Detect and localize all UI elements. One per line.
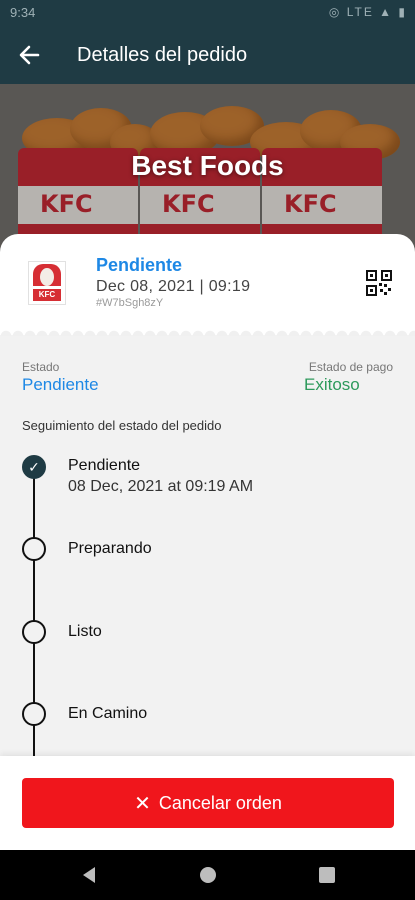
restaurant-logo: KFC bbox=[28, 261, 66, 305]
step-time-pendiente: 08 Dec, 2021 at 09:19 AM bbox=[68, 478, 254, 495]
state-label: Estado bbox=[22, 360, 60, 374]
order-code: #W7bSgh8zY bbox=[96, 297, 164, 309]
order-status: Pendiente bbox=[96, 255, 183, 275]
restaurant-name: Best Foods bbox=[131, 150, 284, 181]
status-time: 9:34 bbox=[10, 5, 36, 20]
payment-state-value: Exitoso bbox=[304, 375, 360, 394]
restaurant-banner-image: KFC KFC KFC Best Foods bbox=[0, 84, 415, 254]
cancel-order-button[interactable]: ✕ Cancelar orden bbox=[22, 778, 394, 828]
step-label-preparando: Preparando bbox=[68, 540, 152, 557]
logo-text: KFC bbox=[33, 289, 61, 301]
step-circle-icon bbox=[22, 537, 46, 561]
nav-home-icon[interactable] bbox=[198, 865, 218, 890]
footer-actions: ✕ Cancelar orden bbox=[0, 756, 415, 850]
tracking-title: Seguimiento del estado del pedido bbox=[22, 418, 222, 433]
nav-recents-icon[interactable] bbox=[318, 865, 336, 890]
page-title: Detalles del pedido bbox=[77, 44, 248, 66]
status-icons: ◎ LTE ▲ ▮ bbox=[328, 5, 407, 19]
app-bar: Detalles del pedido bbox=[0, 26, 415, 84]
step-circle-icon bbox=[22, 702, 46, 726]
order-date: Dec 08, 2021 | 09:19 bbox=[96, 278, 251, 295]
step-label-listo: Listo bbox=[68, 623, 102, 640]
ticket-edge-divider bbox=[0, 326, 415, 336]
qr-code-icon[interactable] bbox=[366, 270, 392, 296]
state-value: Pendiente bbox=[22, 375, 99, 394]
status-bar: 9:34 ◎ LTE ▲ ▮ bbox=[0, 0, 415, 26]
order-details-sheet: KFC Pendiente Dec 08, 2021 | 09:19 #W7bS… bbox=[0, 234, 415, 764]
back-arrow-icon[interactable] bbox=[14, 41, 46, 69]
order-tracking-section bbox=[0, 335, 415, 764]
order-header: KFC Pendiente Dec 08, 2021 | 09:19 #W7bS… bbox=[0, 234, 415, 334]
close-icon: ✕ bbox=[134, 792, 151, 815]
system-nav-bar bbox=[0, 850, 415, 900]
step-label-en-camino: En Camino bbox=[68, 705, 148, 722]
payment-state-label: Estado de pago bbox=[308, 360, 393, 374]
step-label-pendiente: Pendiente bbox=[68, 457, 141, 474]
step-check-icon: ✓ bbox=[22, 455, 46, 479]
cancel-order-label: Cancelar orden bbox=[158, 792, 282, 813]
nav-back-icon[interactable] bbox=[80, 865, 98, 890]
step-circle-icon bbox=[22, 620, 46, 644]
